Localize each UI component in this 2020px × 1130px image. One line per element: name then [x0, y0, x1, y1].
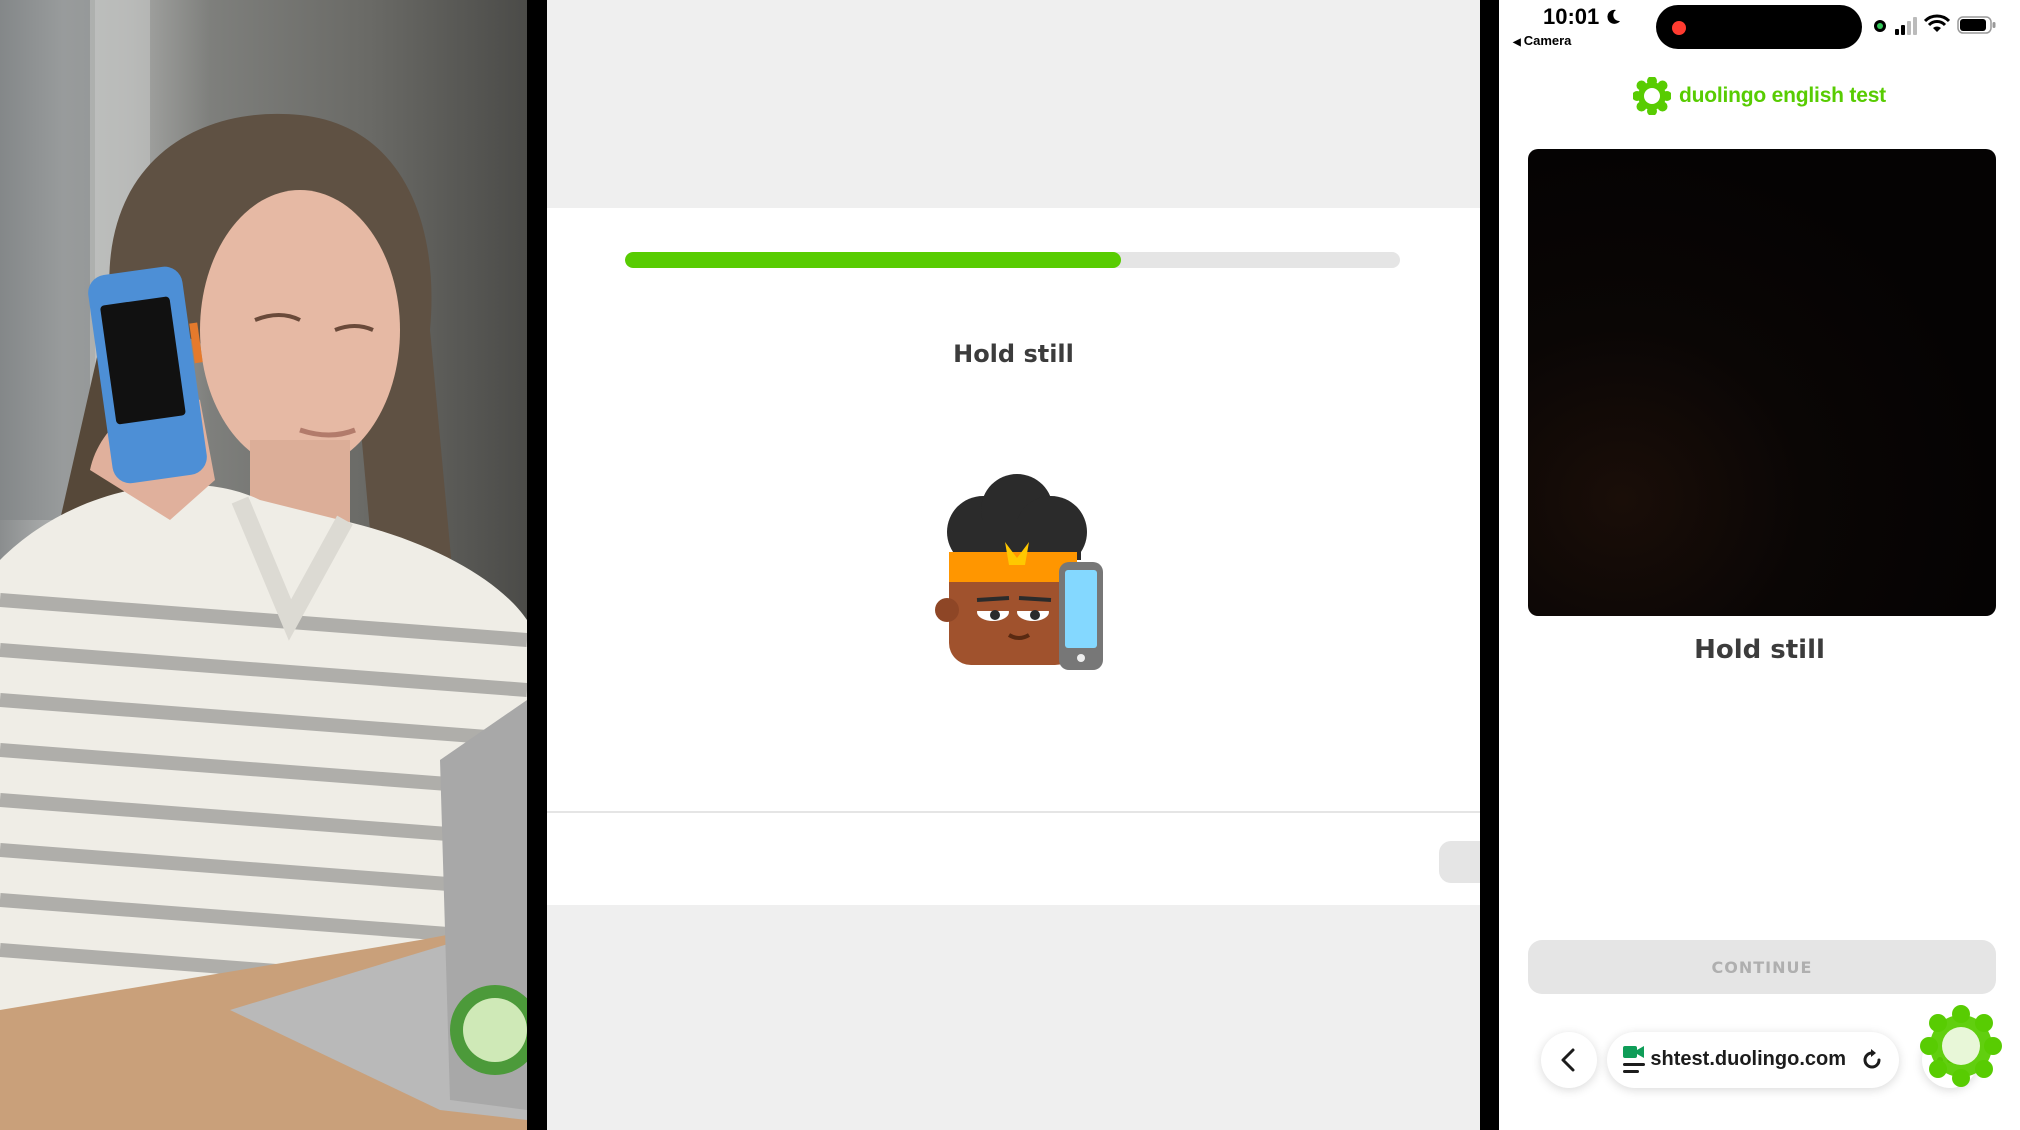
- progress-bar-fill: [625, 252, 1121, 268]
- moon-icon: [1607, 9, 1620, 24]
- back-arrow-icon: ◀: [1513, 37, 1521, 48]
- phone-screen: 10:01 ◀ Camera duolingo english test Hol…: [1499, 0, 2020, 1130]
- battery-icon: [1957, 16, 1996, 34]
- video-camera-site-icon: [1623, 1046, 1645, 1073]
- panel-divider: [1480, 0, 1499, 1130]
- brand-header: duolingo english test: [1499, 76, 2020, 116]
- camera-preview: [1528, 149, 1996, 616]
- footer-divider: [547, 811, 1480, 813]
- continue-button[interactable]: CONTINUE: [1528, 940, 1996, 994]
- duolingo-logo-icon: [1633, 77, 1672, 115]
- dynamic-island: [1656, 5, 1862, 49]
- back-to-camera-label: Camera: [1523, 33, 1572, 48]
- duolingo-floating-logo-icon: [1920, 1005, 2002, 1087]
- page-title: Hold still: [953, 340, 1074, 368]
- webcam-video-panel: [0, 0, 527, 1130]
- desktop-content-card: Hold still: [547, 208, 1480, 905]
- desktop-test-page: Hold still: [547, 0, 1480, 1130]
- recording-indicator-icon: [1672, 21, 1686, 35]
- cellular-signal-icon: [1895, 17, 1917, 35]
- status-time: 10:01: [1543, 4, 1600, 29]
- progress-bar: [625, 252, 1400, 268]
- panel-divider: [527, 0, 547, 1130]
- phone-page-title: Hold still: [1694, 635, 1825, 665]
- camera-in-use-icon: [1874, 20, 1886, 32]
- webcam-frame-illustration: [0, 0, 527, 1130]
- reload-icon[interactable]: [1859, 1047, 1885, 1073]
- next-button[interactable]: [1439, 841, 1480, 883]
- chevron-left-icon: [1561, 1048, 1575, 1072]
- address-text: englishtest.duolingo.com: [1651, 1048, 1846, 1070]
- mascot-with-phone-illustration: [935, 474, 1103, 670]
- address-bar[interactable]: englishtest.duolingo.com: [1607, 1032, 1899, 1088]
- back-to-camera-link[interactable]: ◀ Camera: [1513, 33, 1571, 48]
- browser-back-button[interactable]: [1541, 1032, 1597, 1088]
- wifi-icon: [1924, 14, 1950, 32]
- brand-name: duolingo english test: [1679, 84, 1886, 107]
